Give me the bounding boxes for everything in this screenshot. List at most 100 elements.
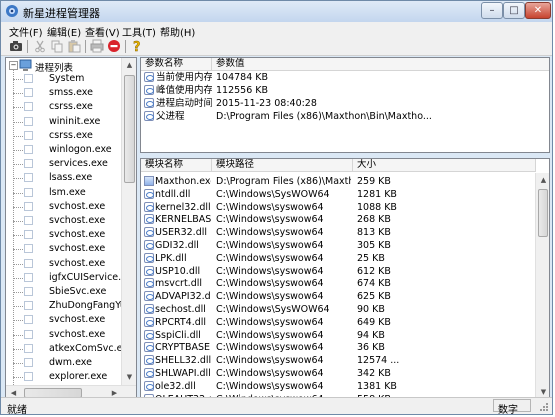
- resize-grip-icon[interactable]: [538, 401, 549, 412]
- module-row[interactable]: LPK.dll C:\Windows\syswow64 25 KB: [141, 252, 535, 265]
- info-header-value[interactable]: 参数值: [212, 58, 549, 71]
- status-text: 就绪: [7, 405, 27, 416]
- process-icon: [24, 173, 33, 183]
- tree-branch-line: [13, 135, 23, 137]
- process-icon: [24, 74, 33, 83]
- cut-icon[interactable]: [33, 39, 47, 53]
- maximize-button[interactable]: □: [503, 2, 525, 19]
- tree-guide-line: [13, 69, 14, 395]
- process-icon: [24, 145, 33, 154]
- tree-item-label: svchost.exe: [49, 314, 106, 326]
- module-row[interactable]: ADVAPI32.dll C:\Windows\syswow64 625 KB: [141, 290, 535, 303]
- module-size-cell: 268 KB: [357, 214, 391, 226]
- tree-item-label: dwm.exe: [49, 357, 92, 368]
- info-header-name[interactable]: 参数名称: [141, 58, 212, 71]
- svg-text:?: ?: [133, 40, 141, 53]
- dll-file-icon: [144, 265, 154, 276]
- menu-bar: 文件(F) 编辑(E) 查看(V) 工具(T) 帮助(H): [1, 22, 552, 39]
- module-row[interactable]: ntdll.dll C:\Windows\SysWOW64 1281 KB: [141, 188, 535, 201]
- tree-item-label: csrss.exe: [49, 101, 93, 113]
- scroll-thumb[interactable]: [538, 189, 548, 237]
- process-icon: [24, 244, 33, 254]
- module-row[interactable]: USER32.dll C:\Windows\syswow64 813 KB: [141, 226, 535, 239]
- module-header-name[interactable]: 模块名称: [141, 159, 212, 172]
- close-button[interactable]: ✕: [525, 2, 551, 19]
- module-path-cell: C:\Windows\syswow64: [216, 201, 324, 213]
- module-row[interactable]: SspiCli.dll C:\Windows\syswow64 94 KB: [141, 329, 535, 342]
- module-row[interactable]: sechost.dll C:\Windows\SysWOW64 90 KB: [141, 303, 535, 316]
- module-list-panel[interactable]: 模块名称 模块路径 大小 Maxthon.exe D:\Program Files…: [140, 158, 550, 401]
- module-row[interactable]: USP10.dll C:\Windows\syswow64 612 KB: [141, 265, 535, 278]
- copy-icon[interactable]: [50, 39, 64, 53]
- tree-branch-line: [13, 164, 23, 166]
- module-path-cell: C:\Windows\syswow64: [216, 291, 324, 303]
- module-header-size[interactable]: 大小: [353, 159, 536, 172]
- module-row[interactable]: CRYPTBASE.... C:\Windows\syswow64 36 KB: [141, 341, 535, 354]
- scroll-up-icon[interactable]: ▲: [122, 58, 136, 73]
- module-vertical-scrollbar[interactable]: ▲ ▼: [535, 173, 549, 400]
- dll-file-icon: [144, 201, 154, 212]
- module-path-cell: C:\Windows\SysWOW64: [216, 188, 330, 200]
- process-icon: [24, 301, 33, 311]
- dll-file-icon: [144, 342, 154, 353]
- module-row[interactable]: RPCRT4.dll C:\Windows\syswow64 649 KB: [141, 316, 535, 329]
- info-name-cell: 当前使用内存: [156, 72, 212, 83]
- tree-item-label: svchost.exe: [49, 229, 106, 241]
- module-row[interactable]: GDI32.dll C:\Windows\syswow64 305 KB: [141, 239, 535, 252]
- module-name-cell: Maxthon.exe: [155, 176, 211, 187]
- process-icon: [24, 343, 33, 353]
- scroll-down-icon[interactable]: ▼: [122, 370, 136, 385]
- tree-branch-line: [13, 320, 23, 322]
- info-row[interactable]: 进程启动时间 2015-11-23 08:40:28: [141, 97, 549, 110]
- tree-item-label: explorer.exe: [49, 371, 108, 383]
- module-row[interactable]: SHLWAPI.dll C:\Windows\syswow64 342 KB: [141, 367, 535, 380]
- module-row[interactable]: KERNELBAS... C:\Windows\syswow64 268 KB: [141, 213, 535, 226]
- dll-file-icon: [144, 355, 154, 366]
- module-header-path[interactable]: 模块路径: [212, 159, 353, 172]
- scroll-thumb[interactable]: [124, 75, 135, 183]
- title-bar[interactable]: 新星进程管理器 – □ ✕: [1, 1, 552, 22]
- module-name-cell: LPK.dll: [155, 252, 187, 264]
- dll-file-icon: [144, 291, 154, 302]
- module-row[interactable]: SHELL32.dll C:\Windows\syswow64 12574 ...: [141, 354, 535, 367]
- menu-edit[interactable]: 编辑(E): [47, 24, 81, 39]
- menu-file[interactable]: 文件(F): [9, 24, 43, 39]
- tree-branch-line: [13, 107, 23, 109]
- menu-view[interactable]: 查看(V): [85, 24, 120, 39]
- process-tree[interactable]: − 进程列表 System smss.exe csrss.exe wininit.ex…: [5, 57, 137, 401]
- help-icon[interactable]: ?: [130, 39, 144, 53]
- app-icon: [6, 5, 18, 17]
- module-path-cell: C:\Windows\syswow64: [216, 342, 324, 354]
- process-icon: [24, 116, 33, 126]
- module-size-cell: 12574 ...: [357, 355, 400, 367]
- param-icon: [144, 98, 154, 108]
- toolbar: ?: [1, 38, 552, 56]
- module-name-cell: sechost.dll: [155, 304, 206, 315]
- process-icon: [24, 102, 33, 112]
- tree-item-label: svchost.exe: [49, 200, 106, 212]
- info-row[interactable]: 当前使用内存 104784 KB: [141, 71, 549, 84]
- module-path-cell: C:\Windows\syswow64: [216, 240, 324, 251]
- process-info-panel[interactable]: 参数名称 参数值 当前使用内存 104784 KB 峰值使用内存 112556 KB 进…: [140, 57, 550, 153]
- scroll-up-icon[interactable]: ▲: [536, 173, 549, 188]
- minimize-button[interactable]: –: [481, 2, 503, 19]
- info-row[interactable]: 峰值使用内存 112556 KB: [141, 84, 549, 97]
- module-row[interactable]: ole32.dll C:\Windows\syswow64 1381 KB: [141, 380, 535, 393]
- info-row[interactable]: 父进程 D:\Program Files (x86)\Maxthon\Bin\Ma…: [141, 110, 549, 123]
- module-name-cell: SHELL32.dll: [155, 355, 211, 367]
- module-row[interactable]: kernel32.dll C:\Windows\syswow64 1088 KB: [141, 201, 535, 214]
- module-size-cell: 90 KB: [357, 304, 385, 315]
- tree-vertical-scrollbar[interactable]: ▲ ▼: [121, 58, 136, 385]
- menu-tools[interactable]: 工具(T): [122, 24, 156, 39]
- dll-file-icon: [144, 329, 154, 340]
- stop-icon[interactable]: [107, 39, 121, 53]
- print-icon[interactable]: [90, 39, 104, 53]
- menu-help[interactable]: 帮助(H): [160, 24, 195, 39]
- camera-icon[interactable]: [9, 39, 23, 53]
- tree-item-label: smss.exe: [49, 87, 93, 99]
- dll-file-icon: [144, 380, 154, 391]
- paste-icon[interactable]: [67, 39, 81, 53]
- module-row[interactable]: msvcrt.dll C:\Windows\syswow64 674 KB: [141, 277, 535, 290]
- module-row[interactable]: Maxthon.exe D:\Program Files (x86)\Maxtho…: [141, 175, 535, 188]
- tree-item-label: lsass.exe: [49, 172, 93, 184]
